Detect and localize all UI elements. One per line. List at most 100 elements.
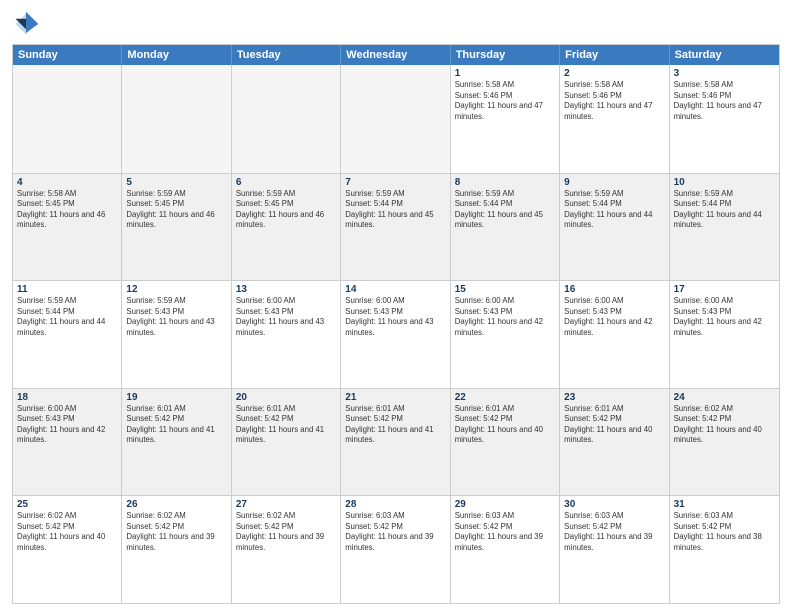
day-number: 4 — [17, 177, 117, 188]
calendar-cell-empty-3 — [341, 65, 450, 173]
calendar-cell-16: 16Sunrise: 6:00 AMSunset: 5:43 PMDayligh… — [560, 281, 669, 388]
calendar-cell-5: 5Sunrise: 5:59 AMSunset: 5:45 PMDaylight… — [122, 174, 231, 281]
calendar-cell-8: 8Sunrise: 5:59 AMSunset: 5:44 PMDaylight… — [451, 174, 560, 281]
cell-detail: Sunrise: 5:59 AMSunset: 5:44 PMDaylight:… — [674, 189, 775, 231]
cell-detail: Sunrise: 5:59 AMSunset: 5:45 PMDaylight:… — [126, 189, 226, 231]
day-number: 23 — [564, 392, 664, 403]
header-cell-tuesday: Tuesday — [232, 45, 341, 65]
cell-detail: Sunrise: 6:02 AMSunset: 5:42 PMDaylight:… — [236, 511, 336, 553]
cell-detail: Sunrise: 6:00 AMSunset: 5:43 PMDaylight:… — [345, 296, 445, 338]
calendar-cell-12: 12Sunrise: 5:59 AMSunset: 5:43 PMDayligh… — [122, 281, 231, 388]
day-number: 18 — [17, 392, 117, 403]
calendar-cell-2: 2Sunrise: 5:58 AMSunset: 5:46 PMDaylight… — [560, 65, 669, 173]
cell-detail: Sunrise: 6:00 AMSunset: 5:43 PMDaylight:… — [17, 404, 117, 446]
day-number: 26 — [126, 499, 226, 510]
cell-detail: Sunrise: 5:59 AMSunset: 5:44 PMDaylight:… — [564, 189, 664, 231]
day-number: 11 — [17, 284, 117, 295]
day-number: 5 — [126, 177, 226, 188]
day-number: 16 — [564, 284, 664, 295]
cell-detail: Sunrise: 5:59 AMSunset: 5:44 PMDaylight:… — [345, 189, 445, 231]
calendar-row-5: 25Sunrise: 6:02 AMSunset: 5:42 PMDayligh… — [13, 495, 779, 603]
day-number: 8 — [455, 177, 555, 188]
calendar: SundayMondayTuesdayWednesdayThursdayFrid… — [12, 44, 780, 604]
day-number: 27 — [236, 499, 336, 510]
calendar-cell-24: 24Sunrise: 6:02 AMSunset: 5:42 PMDayligh… — [670, 389, 779, 496]
cell-detail: Sunrise: 5:59 AMSunset: 5:43 PMDaylight:… — [126, 296, 226, 338]
cell-detail: Sunrise: 5:58 AMSunset: 5:46 PMDaylight:… — [674, 80, 775, 122]
cell-detail: Sunrise: 6:02 AMSunset: 5:42 PMDaylight:… — [17, 511, 117, 553]
calendar-cell-6: 6Sunrise: 5:59 AMSunset: 5:45 PMDaylight… — [232, 174, 341, 281]
day-number: 20 — [236, 392, 336, 403]
day-number: 24 — [674, 392, 775, 403]
cell-detail: Sunrise: 6:02 AMSunset: 5:42 PMDaylight:… — [126, 511, 226, 553]
calendar-cell-22: 22Sunrise: 6:01 AMSunset: 5:42 PMDayligh… — [451, 389, 560, 496]
calendar-cell-19: 19Sunrise: 6:01 AMSunset: 5:42 PMDayligh… — [122, 389, 231, 496]
day-number: 12 — [126, 284, 226, 295]
calendar-cell-23: 23Sunrise: 6:01 AMSunset: 5:42 PMDayligh… — [560, 389, 669, 496]
calendar-cell-7: 7Sunrise: 5:59 AMSunset: 5:44 PMDaylight… — [341, 174, 450, 281]
cell-detail: Sunrise: 6:00 AMSunset: 5:43 PMDaylight:… — [236, 296, 336, 338]
header-cell-saturday: Saturday — [670, 45, 779, 65]
day-number: 2 — [564, 68, 664, 79]
day-number: 9 — [564, 177, 664, 188]
day-number: 30 — [564, 499, 664, 510]
day-number: 10 — [674, 177, 775, 188]
calendar-cell-3: 3Sunrise: 5:58 AMSunset: 5:46 PMDaylight… — [670, 65, 779, 173]
header-cell-monday: Monday — [122, 45, 231, 65]
cell-detail: Sunrise: 5:58 AMSunset: 5:46 PMDaylight:… — [564, 80, 664, 122]
calendar-row-1: 1Sunrise: 5:58 AMSunset: 5:46 PMDaylight… — [13, 65, 779, 173]
cell-detail: Sunrise: 6:00 AMSunset: 5:43 PMDaylight:… — [455, 296, 555, 338]
calendar-cell-1: 1Sunrise: 5:58 AMSunset: 5:46 PMDaylight… — [451, 65, 560, 173]
cell-detail: Sunrise: 6:03 AMSunset: 5:42 PMDaylight:… — [674, 511, 775, 553]
calendar-cell-17: 17Sunrise: 6:00 AMSunset: 5:43 PMDayligh… — [670, 281, 779, 388]
header-cell-sunday: Sunday — [13, 45, 122, 65]
calendar-cell-18: 18Sunrise: 6:00 AMSunset: 5:43 PMDayligh… — [13, 389, 122, 496]
calendar-header: SundayMondayTuesdayWednesdayThursdayFrid… — [13, 45, 779, 65]
calendar-cell-20: 20Sunrise: 6:01 AMSunset: 5:42 PMDayligh… — [232, 389, 341, 496]
cell-detail: Sunrise: 5:59 AMSunset: 5:44 PMDaylight:… — [17, 296, 117, 338]
calendar-row-2: 4Sunrise: 5:58 AMSunset: 5:45 PMDaylight… — [13, 173, 779, 281]
cell-detail: Sunrise: 5:58 AMSunset: 5:46 PMDaylight:… — [455, 80, 555, 122]
logo-icon — [12, 10, 40, 38]
calendar-cell-21: 21Sunrise: 6:01 AMSunset: 5:42 PMDayligh… — [341, 389, 450, 496]
header — [12, 10, 780, 38]
cell-detail: Sunrise: 6:00 AMSunset: 5:43 PMDaylight:… — [674, 296, 775, 338]
calendar-cell-empty-1 — [122, 65, 231, 173]
cell-detail: Sunrise: 5:59 AMSunset: 5:44 PMDaylight:… — [455, 189, 555, 231]
cell-detail: Sunrise: 6:00 AMSunset: 5:43 PMDaylight:… — [564, 296, 664, 338]
day-number: 25 — [17, 499, 117, 510]
header-cell-thursday: Thursday — [451, 45, 560, 65]
cell-detail: Sunrise: 6:01 AMSunset: 5:42 PMDaylight:… — [455, 404, 555, 446]
day-number: 1 — [455, 68, 555, 79]
day-number: 21 — [345, 392, 445, 403]
calendar-cell-11: 11Sunrise: 5:59 AMSunset: 5:44 PMDayligh… — [13, 281, 122, 388]
day-number: 15 — [455, 284, 555, 295]
calendar-cell-28: 28Sunrise: 6:03 AMSunset: 5:42 PMDayligh… — [341, 496, 450, 603]
day-number: 19 — [126, 392, 226, 403]
cell-detail: Sunrise: 6:01 AMSunset: 5:42 PMDaylight:… — [345, 404, 445, 446]
calendar-cell-26: 26Sunrise: 6:02 AMSunset: 5:42 PMDayligh… — [122, 496, 231, 603]
calendar-body: 1Sunrise: 5:58 AMSunset: 5:46 PMDaylight… — [13, 65, 779, 603]
calendar-row-4: 18Sunrise: 6:00 AMSunset: 5:43 PMDayligh… — [13, 388, 779, 496]
calendar-cell-14: 14Sunrise: 6:00 AMSunset: 5:43 PMDayligh… — [341, 281, 450, 388]
calendar-cell-25: 25Sunrise: 6:02 AMSunset: 5:42 PMDayligh… — [13, 496, 122, 603]
day-number: 28 — [345, 499, 445, 510]
cell-detail: Sunrise: 6:02 AMSunset: 5:42 PMDaylight:… — [674, 404, 775, 446]
calendar-cell-empty-2 — [232, 65, 341, 173]
cell-detail: Sunrise: 6:01 AMSunset: 5:42 PMDaylight:… — [564, 404, 664, 446]
day-number: 3 — [674, 68, 775, 79]
calendar-cell-31: 31Sunrise: 6:03 AMSunset: 5:42 PMDayligh… — [670, 496, 779, 603]
calendar-row-3: 11Sunrise: 5:59 AMSunset: 5:44 PMDayligh… — [13, 280, 779, 388]
day-number: 13 — [236, 284, 336, 295]
cell-detail: Sunrise: 6:03 AMSunset: 5:42 PMDaylight:… — [345, 511, 445, 553]
calendar-cell-29: 29Sunrise: 6:03 AMSunset: 5:42 PMDayligh… — [451, 496, 560, 603]
calendar-cell-30: 30Sunrise: 6:03 AMSunset: 5:42 PMDayligh… — [560, 496, 669, 603]
calendar-cell-15: 15Sunrise: 6:00 AMSunset: 5:43 PMDayligh… — [451, 281, 560, 388]
day-number: 14 — [345, 284, 445, 295]
calendar-cell-10: 10Sunrise: 5:59 AMSunset: 5:44 PMDayligh… — [670, 174, 779, 281]
day-number: 29 — [455, 499, 555, 510]
calendar-cell-empty-0 — [13, 65, 122, 173]
day-number: 31 — [674, 499, 775, 510]
cell-detail: Sunrise: 6:03 AMSunset: 5:42 PMDaylight:… — [455, 511, 555, 553]
day-number: 17 — [674, 284, 775, 295]
